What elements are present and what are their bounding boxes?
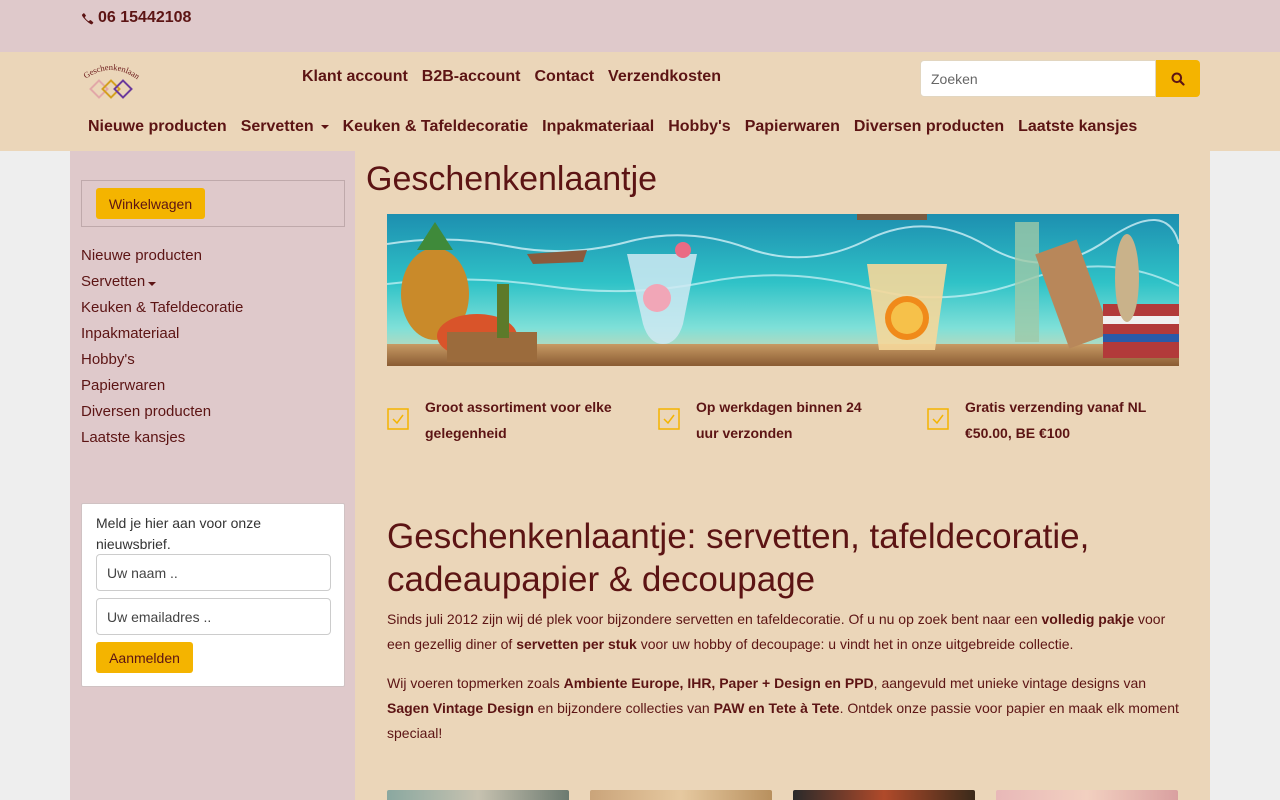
usp-item: Gratis verzending vanaf NL €50.00, BE €1…: [927, 394, 1167, 446]
checkbox-check-icon: [387, 408, 409, 430]
caret-down-icon: [148, 282, 157, 286]
sidebar-item: Nieuwe producten: [81, 245, 243, 271]
usp-text: Gratis verzending vanaf NL €50.00, BE €1…: [965, 399, 1147, 441]
text-span: , aangevuld met unieke vintage designs v…: [873, 675, 1147, 691]
nav-new-products[interactable]: Nieuwe producten: [88, 118, 227, 136]
search-bar: [920, 60, 1200, 97]
svg-text:Geschenkenlaantje: Geschenkenlaantje: [80, 58, 142, 82]
b2b-account-link[interactable]: B2B-account: [422, 68, 521, 86]
bold-text: Sagen Vintage Design: [387, 700, 534, 716]
search-input[interactable]: [920, 60, 1157, 97]
search-button[interactable]: [1156, 60, 1200, 97]
bold-text: volledig pakje: [1041, 611, 1135, 627]
cart-box: Winkelwagen: [81, 180, 345, 227]
top-bar: 06 15442108: [0, 0, 1280, 52]
page-title: Geschenkenlaantje: [366, 160, 658, 198]
sidebar-nav: Nieuwe producten Servetten Keuken & Tafe…: [81, 245, 243, 453]
caret-down-icon: [320, 125, 329, 129]
usp-item: Groot assortiment voor elke gelegenheid: [387, 394, 637, 446]
nav-napkins[interactable]: Servetten: [241, 118, 329, 136]
sidebar-item-label: Servetten: [81, 273, 146, 290]
sidebar-item: Inpakmateriaal: [81, 323, 243, 349]
account-links: Klant account B2B-account Contact Verzen…: [302, 68, 721, 86]
nav-hobbies[interactable]: Hobby's: [668, 118, 730, 136]
bold-text: PAW en Tete à Tete: [713, 700, 840, 716]
text-span: voor uw hobby of decoupage: u vindt het …: [636, 636, 1074, 652]
nav-kitchen-table[interactable]: Keuken & Tafeldecoratie: [343, 118, 529, 136]
usp-list: Groot assortiment voor elke gelegenheid …: [387, 394, 1187, 454]
sidebar: Winkelwagen Nieuwe producten Servetten K…: [70, 151, 355, 800]
nav-label: Servetten: [240, 118, 314, 135]
sidebar-item-kitchen-table[interactable]: Keuken & Tafeldecoratie: [81, 299, 243, 316]
usp-item: Op werkdagen binnen 24 uur verzonden: [658, 394, 888, 446]
bold-text: servetten per stuk: [516, 636, 637, 652]
nav-label: Nieuwe producten: [88, 118, 227, 135]
product-thumbnail[interactable]: [387, 790, 569, 800]
text-span: Sinds juli 2012 zijn wij dé plek voor bi…: [387, 611, 1042, 627]
sidebar-item: Diversen producten: [81, 401, 243, 427]
usp-text: Groot assortiment voor elke gelegenheid: [425, 399, 612, 441]
product-thumbnail[interactable]: [590, 790, 772, 800]
nav-label: Laatste kansjes: [1018, 118, 1138, 135]
checkbox-check-icon: [927, 408, 949, 430]
main-content: Geschenkenlaantje Groot assortiment voor…: [355, 151, 1210, 800]
bold-text: Ambiente Europe, IHR, Paper + Design en …: [563, 675, 874, 691]
nav-label: Hobby's: [668, 118, 731, 135]
main-nav: Nieuwe producten Servetten Keuken & Tafe…: [88, 118, 1137, 136]
nav-label: Papierwaren: [744, 118, 840, 135]
phone-icon: [81, 12, 94, 24]
search-icon: [1171, 72, 1185, 86]
sidebar-item-new-products[interactable]: Nieuwe producten: [81, 247, 202, 264]
newsletter-box: Meld je hier aan voor onze nieuwsbrief. …: [81, 503, 345, 687]
nav-packaging[interactable]: Inpakmateriaal: [542, 118, 654, 136]
product-thumbnail[interactable]: [996, 790, 1178, 800]
sidebar-item-last-chances[interactable]: Laatste kansjes: [81, 429, 185, 446]
name-field[interactable]: [96, 554, 331, 591]
cart-button[interactable]: Winkelwagen: [96, 188, 205, 219]
email-field[interactable]: [96, 598, 331, 635]
nav-label: Inpakmateriaal: [542, 118, 655, 135]
product-thumbnail[interactable]: [793, 790, 975, 800]
site-logo[interactable]: Geschenkenlaantje: [80, 58, 142, 102]
newsletter-text: Meld je hier aan voor onze nieuwsbrief.: [96, 515, 261, 552]
customer-account-link[interactable]: Klant account: [302, 68, 408, 86]
beach-banner-image: [387, 214, 1179, 366]
sidebar-item: Servetten: [81, 271, 243, 297]
sidebar-item-hobbies[interactable]: Hobby's: [81, 351, 135, 368]
intro-heading: Geschenkenlaantje: servetten, tafeldecor…: [387, 517, 1090, 599]
sidebar-item-packaging[interactable]: Inpakmateriaal: [81, 325, 179, 342]
sidebar-item: Laatste kansjes: [81, 427, 243, 453]
sidebar-item-paper-goods[interactable]: Papierwaren: [81, 377, 165, 394]
nav-misc-products[interactable]: Diversen producten: [854, 118, 1004, 136]
sidebar-item: Papierwaren: [81, 375, 243, 401]
sidebar-item-napkins[interactable]: Servetten: [81, 273, 157, 290]
sidebar-item: Hobby's: [81, 349, 243, 375]
nav-label: Diversen producten: [853, 118, 1005, 135]
usp-text: Op werkdagen binnen 24 uur verzonden: [696, 399, 862, 441]
nav-last-chances[interactable]: Laatste kansjes: [1018, 118, 1137, 136]
contact-link[interactable]: Contact: [534, 68, 594, 86]
checkbox-check-icon: [658, 408, 680, 430]
intro-paragraph: Sinds juli 2012 zijn wij dé plek voor bi…: [387, 607, 1187, 657]
text-span: Wij voeren topmerken zoals: [387, 675, 564, 691]
sidebar-item-misc-products[interactable]: Diversen producten: [81, 403, 211, 420]
brands-paragraph: Wij voeren topmerken zoals Ambiente Euro…: [387, 671, 1187, 746]
nav-label: Keuken & Tafeldecoratie: [342, 118, 529, 135]
shipping-costs-link[interactable]: Verzendkosten: [608, 68, 721, 86]
phone-link[interactable]: 06 15442108: [81, 9, 191, 27]
sidebar-item: Keuken & Tafeldecoratie: [81, 297, 243, 323]
phone-number: 06 15442108: [98, 9, 192, 26]
text-span: en bijzondere collecties van: [533, 700, 714, 716]
site-header: Geschenkenlaantje Klant account B2B-acco…: [0, 52, 1280, 151]
product-thumbnails: [387, 790, 1178, 800]
subscribe-button[interactable]: Aanmelden: [96, 642, 193, 673]
nav-paper-goods[interactable]: Papierwaren: [745, 118, 840, 136]
